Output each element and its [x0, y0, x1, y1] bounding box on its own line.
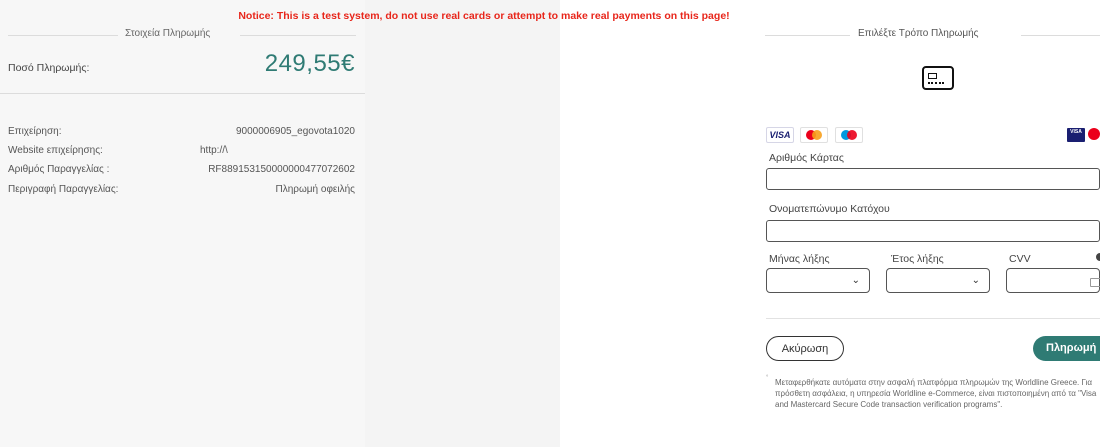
card-number-shape — [928, 82, 944, 86]
merchant-row: Επιχείρηση: 9000006905_egovota1020 — [8, 126, 355, 140]
amount-value: 249,55€ — [264, 50, 355, 77]
card-number-label: Αριθμός Κάρτας — [769, 152, 844, 164]
mastercard-logo-icon — [800, 127, 829, 143]
card-chip-shape — [928, 73, 937, 79]
website-row: Website επιχείρησης: http://\ — [8, 145, 355, 159]
visa-small-logo-icon: VISA — [1067, 128, 1085, 142]
order-description-row: Περιγραφή Παραγγελίας: Πληρωμή οφειλής — [8, 184, 355, 198]
order-number-value: RF889153150000000477072602 — [208, 164, 355, 175]
website-label: Website επιχείρησης: — [8, 145, 103, 156]
expiry-year-select[interactable]: ⌄ — [886, 268, 990, 293]
payment-method-title: Επιλέξτε Τρόπο Πληρωμής — [858, 28, 979, 39]
merchant-label: Επιχείρηση: — [8, 126, 62, 137]
payment-method-panel: Επιλέξτε Τρόπο Πληρωμής VISA VISA Αριθμό… — [560, 0, 1100, 447]
divider — [8, 35, 118, 36]
payment-details-header: Στοιχεία Πληρωμής — [0, 28, 365, 42]
cancel-button[interactable]: Ακύρωση — [766, 336, 844, 361]
payment-details-panel: Στοιχεία Πληρωμής Ποσό Πληρωμής: 249,55€… — [0, 0, 365, 447]
test-system-notice: Notice: This is a test system, do not us… — [238, 10, 730, 22]
order-description-value: Πληρωμή οφειλής — [275, 184, 356, 195]
footnote-mark-icon: ° — [766, 375, 769, 381]
visa-logo-icon: VISA — [766, 127, 794, 143]
order-number-row: Αριθμός Παραγγελίας : RF8891531500000004… — [8, 164, 355, 178]
card-brands: VISA — [766, 127, 863, 143]
chevron-down-icon: ⌄ — [851, 275, 860, 286]
divider — [0, 93, 365, 94]
payment-details-title: Στοιχεία Πληρωμής — [125, 28, 211, 39]
pay-button[interactable]: Πληρωμή — [1033, 336, 1100, 361]
cardholder-name-input[interactable] — [766, 220, 1100, 242]
divider — [766, 318, 1100, 319]
expiry-month-select[interactable]: ⌄ — [766, 268, 870, 293]
divider — [240, 35, 356, 36]
divider — [1021, 35, 1100, 36]
expiry-year-label: Έτος λήξης — [891, 253, 944, 265]
chevron-down-icon: ⌄ — [971, 275, 980, 286]
website-value[interactable]: http://\ — [200, 145, 228, 156]
credit-card-icon[interactable] — [922, 66, 954, 90]
mastercard-small-logo-icon — [1088, 128, 1100, 140]
order-description-label: Περιγραφή Παραγγελίας: — [8, 184, 119, 195]
page-gutter — [365, 0, 560, 447]
expiry-month-label: Μήνας λήξης — [769, 253, 830, 265]
card-number-input[interactable] — [766, 168, 1100, 190]
info-icon[interactable] — [1096, 253, 1100, 261]
cvv-input[interactable] — [1006, 268, 1100, 293]
payment-method-header: Επιλέξτε Τρόπο Πληρωμής — [765, 28, 1100, 42]
maestro-logo-icon — [834, 127, 863, 143]
security-disclaimer: Μεταφερθήκατε αυτόματα στην ασφαλή πλατφ… — [775, 378, 1097, 409]
divider — [765, 35, 850, 36]
cardholder-name-label: Ονοματεπώνυμο Κατόχου — [769, 203, 890, 215]
cvv-label: CVV — [1009, 253, 1031, 265]
amount-label: Ποσό Πληρωμής: — [8, 62, 90, 74]
merchant-value: 9000006905_egovota1020 — [235, 126, 355, 137]
card-back-icon — [1090, 278, 1100, 287]
order-number-label: Αριθμός Παραγγελίας : — [8, 164, 110, 175]
